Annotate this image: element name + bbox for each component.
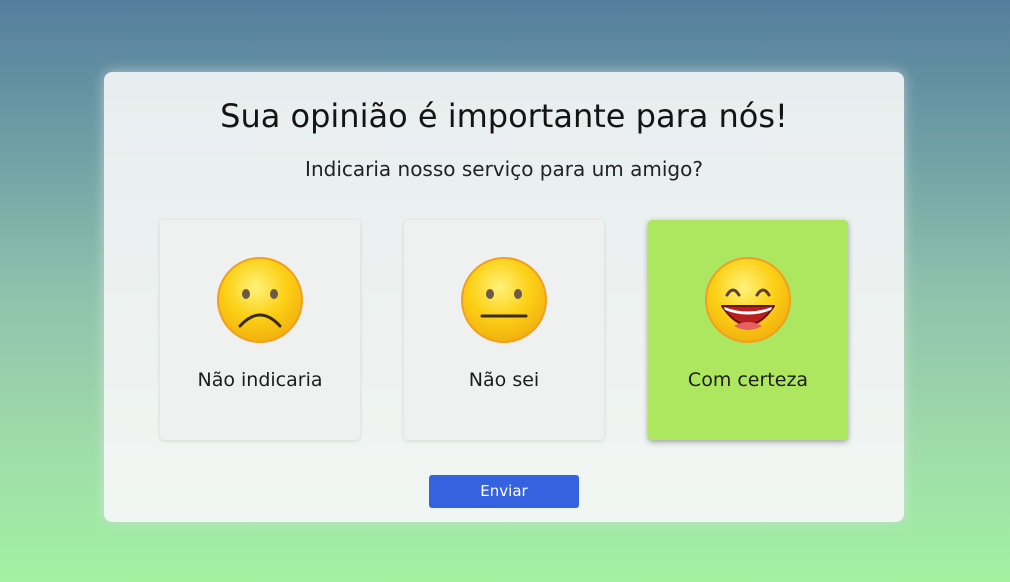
option-nao-indicaria[interactable]: Não indicaria [160,220,360,440]
sad-face-icon [217,257,303,343]
survey-title: Sua opinião é importante para nós! [220,97,788,135]
neutral-face-icon [461,257,547,343]
option-label: Não sei [468,369,540,391]
option-label: Não indicaria [197,369,323,391]
option-label: Com certeza [687,369,809,391]
survey-card: Sua opinião é importante para nós! Indic… [104,72,904,522]
survey-question: Indicaria nosso serviço para um amigo? [305,157,703,181]
happy-face-icon [705,257,791,343]
option-com-certeza[interactable]: Com certeza [648,220,848,440]
option-nao-sei[interactable]: Não sei [404,220,604,440]
submit-button[interactable]: Enviar [429,475,579,508]
